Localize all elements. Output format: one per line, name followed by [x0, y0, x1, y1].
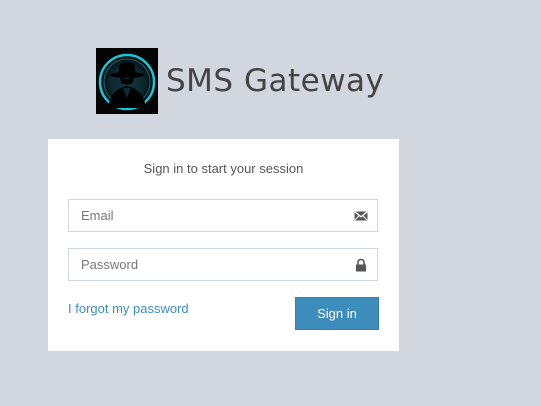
envelope-icon — [354, 211, 368, 221]
forgot-password-link[interactable]: I forgot my password — [68, 301, 189, 316]
login-box: Sign in to start your session I forgot m… — [48, 139, 399, 351]
lock-icon — [356, 258, 366, 272]
login-message: Sign in to start your session — [143, 161, 304, 176]
app-title: SMS Gateway — [166, 63, 385, 99]
logo-header: SMS Gateway — [96, 48, 384, 114]
password-field[interactable] — [69, 249, 377, 280]
password-field-group — [68, 248, 378, 281]
app-logo — [96, 48, 158, 114]
email-field-group — [68, 199, 378, 232]
sign-in-button[interactable]: Sign in — [295, 297, 379, 330]
spy-silhouette-icon — [96, 48, 158, 114]
email-field[interactable] — [69, 200, 377, 231]
